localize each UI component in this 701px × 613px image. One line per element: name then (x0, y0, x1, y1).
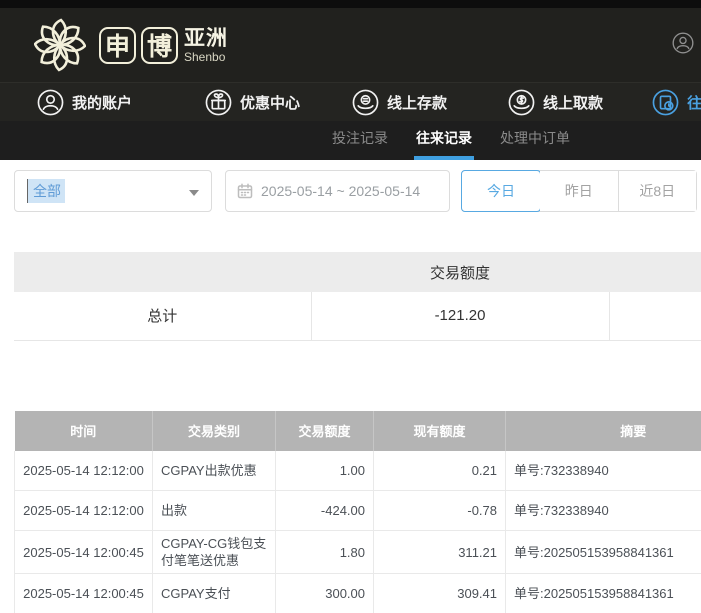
deposit-icon (352, 89, 379, 116)
logo-region-cn: 亚洲 (184, 28, 228, 49)
sub-nav: 投注记录 往来记录 处理中订单 (0, 121, 701, 160)
nav-item-online-withdraw[interactable]: 线上取款 (508, 89, 603, 116)
summary-empty-cell (609, 292, 701, 340)
records-header-row: 时间 交易类别 交易额度 现有额度 摘要 (15, 411, 701, 451)
cell-time: 2025-05-14 12:12:00 (15, 451, 153, 491)
site-header: 申 博 亚洲 Shenbo qh (0, 8, 701, 82)
nav-item-label: 线上存款 (387, 92, 447, 113)
summary-header-row: 交易额度 (14, 252, 701, 292)
cell-type: CGPAY出款优惠 (153, 451, 276, 491)
cell-amount: 1.00 (276, 451, 374, 491)
cell-time: 2025-05-14 12:00:45 (15, 574, 153, 613)
summary-table-wrap: 交易额度 总计 -121.20 (14, 252, 701, 341)
cell-balance: -0.78 (374, 491, 506, 531)
cell-summary: 单号:732338940 (506, 491, 701, 531)
cell-amount: 1.80 (276, 531, 374, 574)
quick-date-buttons: 今日 昨日 近8日 (461, 170, 697, 212)
summary-total-value: -121.20 (311, 292, 609, 340)
table-row: 2025-05-14 12:12:00 出款 -424.00 -0.78 单号:… (15, 491, 701, 531)
summary-header-amount: 交易额度 (311, 252, 609, 292)
last-8-days-button[interactable]: 近8日 (618, 171, 697, 211)
summary-header-empty (14, 252, 311, 292)
type-select-dropdown[interactable]: 全部 (14, 170, 212, 212)
nav-item-label: 优惠中心 (240, 92, 300, 113)
cell-time: 2025-05-14 12:00:45 (15, 531, 153, 574)
cell-balance: 309.41 (374, 574, 506, 613)
records-table-wrap: 时间 交易类别 交易额度 现有额度 摘要 2025-05-14 12:12:00… (14, 411, 701, 613)
nav-item-label: 往来记录 (687, 92, 701, 113)
date-range-value: 2025-05-14 ~ 2025-05-14 (261, 183, 420, 199)
table-row: 2025-05-14 12:00:45 CGPAY支付 300.00 309.4… (15, 574, 701, 613)
cell-balance: 0.21 (374, 451, 506, 491)
records-table: 时间 交易类别 交易额度 现有额度 摘要 2025-05-14 12:12:00… (14, 411, 701, 613)
summary-header-empty (609, 252, 701, 292)
nav-item-label: 我的账户 (72, 92, 132, 113)
logo-char-box: 申 (99, 27, 136, 64)
col-header-amount: 交易额度 (276, 411, 374, 451)
filter-row: 全部 2025-05-14 ~ 2025-05-14 今日 昨日 近8日 (14, 170, 701, 212)
col-header-time: 时间 (15, 411, 153, 451)
col-header-summary: 摘要 (506, 411, 701, 451)
col-header-type: 交易类别 (153, 411, 276, 451)
cell-summary: 单号:202505153958841361 (506, 531, 701, 574)
yesterday-button[interactable]: 昨日 (540, 171, 618, 211)
logo-char-box: 博 (141, 27, 178, 64)
cell-type: CGPAY-CG钱包支付笔笔送优惠 (153, 531, 276, 574)
table-row: 2025-05-14 12:00:45 CGPAY-CG钱包支付笔笔送优惠 1.… (15, 531, 701, 574)
table-row: 2025-05-14 12:12:00 CGPAY出款优惠 1.00 0.21 … (15, 451, 701, 491)
gift-icon (205, 89, 232, 116)
tab-transaction-records[interactable]: 往来记录 (414, 121, 474, 160)
tab-pending-orders[interactable]: 处理中订单 (498, 121, 572, 160)
cell-type: CGPAY支付 (153, 574, 276, 613)
cell-amount: -424.00 (276, 491, 374, 531)
cell-time: 2025-05-14 12:12:00 (15, 491, 153, 531)
logo-brand-en: Shenbo (184, 51, 228, 63)
type-select-value: 全部 (27, 179, 65, 203)
summary-total-row: 总计 -121.20 (14, 292, 701, 340)
cell-amount: 300.00 (276, 574, 374, 613)
chevron-down-icon (189, 190, 199, 196)
flower-logo-icon (34, 17, 86, 73)
nav-item-promotions[interactable]: 优惠中心 (205, 89, 300, 116)
summary-total-label: 总计 (14, 292, 311, 340)
account-icon (37, 89, 64, 116)
nav-item-online-deposit[interactable]: 线上存款 (352, 89, 447, 116)
top-strip (0, 0, 701, 8)
records-icon (652, 89, 679, 116)
summary-table: 交易额度 总计 -121.20 (14, 252, 701, 341)
nav-item-transaction-records[interactable]: 往来记录 (652, 89, 701, 116)
date-range-input[interactable]: 2025-05-14 ~ 2025-05-14 (225, 170, 450, 212)
cell-summary: 单号:732338940 (506, 451, 701, 491)
tab-bet-records[interactable]: 投注记录 (330, 121, 390, 160)
calendar-icon (237, 183, 253, 199)
user-menu[interactable]: qh (672, 32, 701, 54)
cell-balance: 311.21 (374, 531, 506, 574)
logo[interactable]: 申 博 亚洲 Shenbo (34, 17, 228, 73)
cell-summary: 单号:202505153958841361 (506, 574, 701, 613)
nav-item-label: 线上取款 (543, 92, 603, 113)
content: 全部 2025-05-14 ~ 2025-05-14 今日 昨日 近8日 交易额… (0, 170, 701, 613)
col-header-balance: 现有额度 (374, 411, 506, 451)
withdraw-icon (508, 89, 535, 116)
cell-type: 出款 (153, 491, 276, 531)
main-nav: 我的账户 优惠中心 线上存款 线上取款 往来记录 (0, 82, 701, 121)
today-button[interactable]: 今日 (461, 170, 541, 212)
logo-region: 亚洲 Shenbo (184, 28, 228, 63)
nav-item-my-account[interactable]: 我的账户 (37, 89, 132, 116)
avatar-icon (672, 32, 694, 54)
